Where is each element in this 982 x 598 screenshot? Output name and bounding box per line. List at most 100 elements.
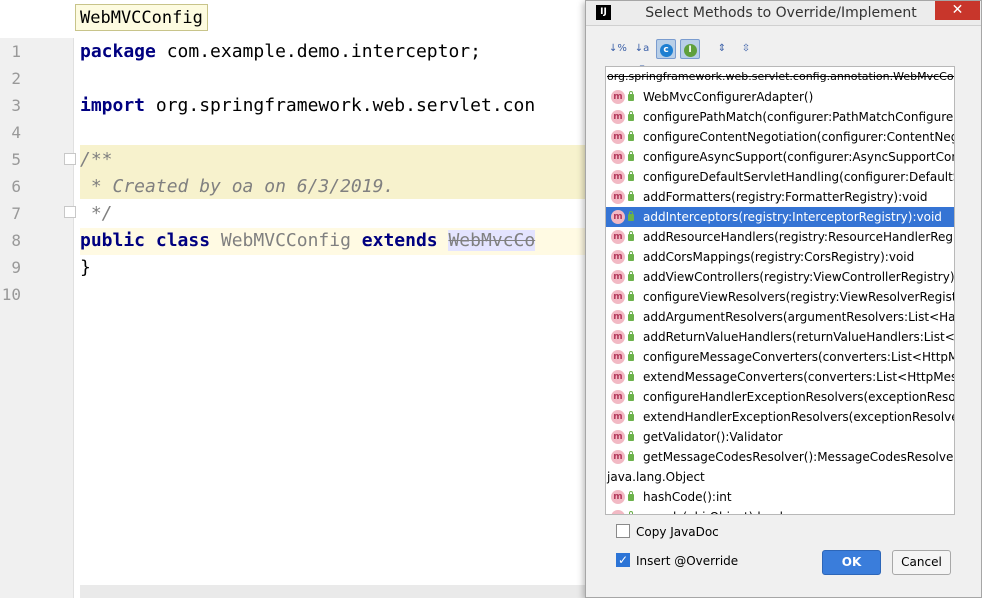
line-number: 9 bbox=[11, 258, 21, 277]
code-line: * Created by oa on 6/3/2019. bbox=[80, 176, 395, 197]
line-number: 4 bbox=[11, 123, 21, 142]
method-row[interactable]: mequals(obj:Object):boolean bbox=[606, 507, 954, 514]
line-number: 2 bbox=[11, 69, 21, 88]
method-row[interactable]: m addCorsMappings(registry:CorsRegistry):… bbox=[606, 247, 954, 267]
access-lock-icon bbox=[628, 491, 634, 501]
access-lock-icon bbox=[628, 251, 634, 261]
method-icon: m bbox=[611, 170, 625, 184]
method-row[interactable]: m configurePathMatch(configurer:PathMatch… bbox=[606, 107, 954, 127]
close-button[interactable]: ✕ bbox=[935, 1, 980, 20]
method-icon: m bbox=[611, 210, 625, 224]
line-number: 3 bbox=[11, 96, 21, 115]
ok-button[interactable]: OK bbox=[822, 550, 881, 575]
method-icon: m bbox=[611, 410, 625, 424]
access-lock-icon bbox=[628, 191, 634, 201]
method-icon: m bbox=[611, 430, 625, 444]
intellij-app-icon: IJ bbox=[596, 5, 611, 20]
method-icon: m bbox=[611, 130, 625, 144]
code-line: import org.springframework.web.servlet.c… bbox=[80, 95, 536, 116]
line-number-gutter: 1 2 3 4 5 6 7 8 9 10 bbox=[0, 38, 76, 598]
method-row[interactable]: m configureMessageConverters(converters:L… bbox=[606, 347, 954, 367]
horizontal-scrollbar[interactable] bbox=[80, 585, 585, 598]
group-header[interactable]: java.lang.Object bbox=[606, 467, 954, 487]
collapse-all-icon[interactable]: ⇳ bbox=[736, 39, 756, 59]
access-lock-icon bbox=[628, 351, 634, 361]
method-icon: m bbox=[611, 110, 625, 124]
line-number: 10 bbox=[1, 285, 21, 304]
method-icon: m bbox=[611, 230, 625, 244]
access-lock-icon bbox=[629, 511, 633, 514]
expand-all-icon[interactable]: ⇕ bbox=[712, 39, 732, 59]
access-lock-icon bbox=[628, 411, 634, 421]
sort-by-visibility-icon[interactable]: ↓% bbox=[608, 39, 628, 59]
show-classes-toggle[interactable]: c bbox=[656, 39, 676, 59]
access-lock-icon bbox=[628, 391, 634, 401]
method-icon: m bbox=[611, 90, 625, 104]
method-row[interactable]: m WebMvcConfigurerAdapter() bbox=[606, 87, 954, 107]
method-row[interactable]: m configureViewResolvers(registry:ViewRes… bbox=[606, 287, 954, 307]
method-row[interactable]: m configureContentNegotiation(configurer:… bbox=[606, 127, 954, 147]
method-row[interactable]: m addArgumentResolvers(argumentResolvers:… bbox=[606, 307, 954, 327]
fold-toggle-icon[interactable] bbox=[64, 206, 76, 218]
access-lock-icon bbox=[628, 451, 634, 461]
code-line: /** bbox=[80, 149, 113, 170]
method-row[interactable]: m configureAsyncSupport(configurer:AsyncS… bbox=[606, 147, 954, 167]
method-icon: m bbox=[611, 190, 625, 204]
methods-tree[interactable]: org.springframework.web.servlet.config.a… bbox=[605, 66, 955, 515]
method-row[interactable]: m extendMessageConverters(converters:List… bbox=[606, 367, 954, 387]
access-lock-icon bbox=[628, 171, 634, 181]
method-row[interactable]: m hashCode():int bbox=[606, 487, 954, 507]
method-icon: m bbox=[611, 450, 625, 464]
access-lock-icon bbox=[628, 431, 634, 441]
method-row[interactable]: m getValidator():Validator bbox=[606, 427, 954, 447]
group-header[interactable]: org.springframework.web.servlet.config.a… bbox=[606, 67, 954, 87]
dialog-title: Select Methods to Override/Implement bbox=[645, 5, 917, 21]
method-icon: m bbox=[611, 150, 625, 164]
dialog-titlebar[interactable]: IJ Select Methods to Override/Implement … bbox=[586, 1, 981, 26]
code-line: } bbox=[80, 257, 91, 278]
code-line: package com.example.demo.interceptor; bbox=[80, 41, 481, 62]
access-lock-icon bbox=[628, 151, 634, 161]
access-lock-icon bbox=[628, 331, 634, 341]
method-icon: m bbox=[611, 270, 625, 284]
access-lock-icon bbox=[628, 91, 634, 101]
access-lock-icon bbox=[628, 271, 634, 281]
access-lock-icon bbox=[628, 371, 634, 381]
fold-toggle-icon[interactable] bbox=[64, 153, 76, 165]
copy-javadoc-checkbox[interactable] bbox=[616, 524, 630, 538]
override-methods-dialog: IJ Select Methods to Override/Implement … bbox=[585, 0, 982, 598]
show-interfaces-toggle[interactable]: I bbox=[680, 39, 700, 59]
method-icon: m bbox=[611, 510, 625, 514]
method-row[interactable]: m getMessageCodesResolver():MessageCodesR… bbox=[606, 447, 954, 467]
interface-icon: I bbox=[683, 44, 697, 57]
method-row-selected[interactable]: m addInterceptors(registry:InterceptorReg… bbox=[606, 207, 954, 227]
class-breadcrumb[interactable]: WebMVCConfig bbox=[75, 4, 208, 31]
method-icon: m bbox=[611, 350, 625, 364]
method-icon: m bbox=[611, 330, 625, 344]
method-row[interactable]: m addFormatters(registry:FormatterRegistr… bbox=[606, 187, 954, 207]
class-icon: c bbox=[659, 44, 673, 57]
cancel-button[interactable]: Cancel bbox=[892, 550, 951, 575]
sort-alphabetically-icon[interactable]: ↓a z bbox=[632, 39, 652, 74]
method-row[interactable]: m configureHandlerExceptionResolvers(exce… bbox=[606, 387, 954, 407]
line-number: 1 bbox=[11, 42, 21, 61]
method-icon: m bbox=[611, 390, 625, 404]
method-icon: m bbox=[611, 250, 625, 264]
line-number: 5 bbox=[11, 150, 21, 169]
access-lock-icon bbox=[628, 211, 634, 221]
insert-override-checkbox[interactable] bbox=[616, 551, 630, 569]
line-number: 7 bbox=[11, 204, 21, 223]
method-row[interactable]: m addViewControllers(registry:ViewControl… bbox=[606, 267, 954, 287]
method-row[interactable]: m extendHandlerExceptionResolvers(excepti… bbox=[606, 407, 954, 427]
access-lock-icon bbox=[628, 111, 634, 121]
access-lock-icon bbox=[628, 231, 634, 241]
method-row[interactable]: m configureDefaultServletHandling(configu… bbox=[606, 167, 954, 187]
method-row[interactable]: m addResourceHandlers(registry:ResourceHa… bbox=[606, 227, 954, 247]
access-lock-icon bbox=[628, 311, 634, 321]
access-lock-icon bbox=[628, 131, 634, 141]
access-lock-icon bbox=[628, 291, 634, 301]
method-icon: m bbox=[611, 370, 625, 384]
line-number: 6 bbox=[11, 177, 21, 196]
method-icon: m bbox=[611, 290, 625, 304]
method-row[interactable]: m addReturnValueHandlers(returnValueHandl… bbox=[606, 327, 954, 347]
